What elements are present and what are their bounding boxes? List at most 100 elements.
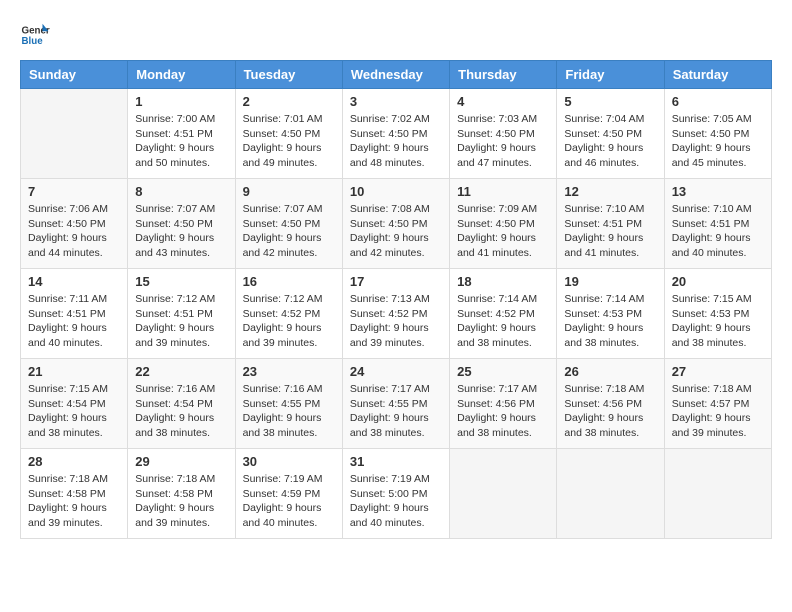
calendar-week-row: 1 Sunrise: 7:00 AMSunset: 4:51 PMDaylight… [21,89,772,179]
day-info: Sunrise: 7:07 AMSunset: 4:50 PMDaylight:… [135,202,227,261]
calendar-week-row: 14 Sunrise: 7:11 AMSunset: 4:51 PMDayligh… [21,269,772,359]
logo-icon: General Blue [20,20,50,50]
day-number: 26 [564,364,656,379]
day-number: 31 [350,454,442,469]
day-info: Sunrise: 7:15 AMSunset: 4:53 PMDaylight:… [672,292,764,351]
day-number: 8 [135,184,227,199]
calendar-cell: 27 Sunrise: 7:18 AMSunset: 4:57 PMDayligh… [664,359,771,449]
day-number: 11 [457,184,549,199]
day-info: Sunrise: 7:17 AMSunset: 4:56 PMDaylight:… [457,382,549,441]
day-info: Sunrise: 7:05 AMSunset: 4:50 PMDaylight:… [672,112,764,171]
day-number: 3 [350,94,442,109]
day-info: Sunrise: 7:04 AMSunset: 4:50 PMDaylight:… [564,112,656,171]
day-info: Sunrise: 7:00 AMSunset: 4:51 PMDaylight:… [135,112,227,171]
calendar-cell: 22Sunrise: 7:16 AMSunset: 4:54 PMDayligh… [128,359,235,449]
day-info: Sunrise: 7:18 AMSunset: 4:58 PMDaylight:… [28,472,120,531]
page-header: General Blue [20,20,772,50]
calendar-cell: 20 Sunrise: 7:15 AMSunset: 4:53 PMDayligh… [664,269,771,359]
day-number: 30 [243,454,335,469]
day-info: Sunrise: 7:18 AMSunset: 4:57 PMDaylight:… [672,382,764,441]
calendar-cell: 23Sunrise: 7:16 AMSunset: 4:55 PMDayligh… [235,359,342,449]
calendar-cell: 10 Sunrise: 7:08 AMSunset: 4:50 PMDayligh… [342,179,449,269]
calendar-cell: 14 Sunrise: 7:11 AMSunset: 4:51 PMDayligh… [21,269,128,359]
logo: General Blue [20,20,50,50]
day-info: Sunrise: 7:09 AMSunset: 4:50 PMDaylight:… [457,202,549,261]
day-info: Sunrise: 7:19 AMSunset: 4:59 PMDaylight:… [243,472,335,531]
calendar-cell [21,89,128,179]
calendar-cell: 1 Sunrise: 7:00 AMSunset: 4:51 PMDaylight… [128,89,235,179]
day-info: Sunrise: 7:10 AMSunset: 4:51 PMDaylight:… [672,202,764,261]
calendar-cell: 16Sunrise: 7:12 AMSunset: 4:52 PMDayligh… [235,269,342,359]
calendar-cell: 21Sunrise: 7:15 AMSunset: 4:54 PMDayligh… [21,359,128,449]
day-number: 10 [350,184,442,199]
calendar-cell: 11 Sunrise: 7:09 AMSunset: 4:50 PMDayligh… [450,179,557,269]
calendar-cell: 25 Sunrise: 7:17 AMSunset: 4:56 PMDayligh… [450,359,557,449]
day-info: Sunrise: 7:10 AMSunset: 4:51 PMDaylight:… [564,202,656,261]
calendar-header-row: SundayMondayTuesdayWednesdayThursdayFrid… [21,61,772,89]
day-info: Sunrise: 7:15 AMSunset: 4:54 PMDaylight:… [28,382,120,441]
calendar-day-header: Monday [128,61,235,89]
calendar-cell [664,449,771,539]
calendar-cell: 8 Sunrise: 7:07 AMSunset: 4:50 PMDaylight… [128,179,235,269]
calendar-cell: 26 Sunrise: 7:18 AMSunset: 4:56 PMDayligh… [557,359,664,449]
day-info: Sunrise: 7:07 AMSunset: 4:50 PMDaylight:… [243,202,335,261]
day-number: 29 [135,454,227,469]
day-info: Sunrise: 7:12 AMSunset: 4:51 PMDaylight:… [135,292,227,351]
day-info: Sunrise: 7:19 AMSunset: 5:00 PMDaylight:… [350,472,442,531]
day-number: 18 [457,274,549,289]
day-number: 16 [243,274,335,289]
calendar-cell: 2 Sunrise: 7:01 AMSunset: 4:50 PMDaylight… [235,89,342,179]
day-number: 7 [28,184,120,199]
calendar-cell: 24Sunrise: 7:17 AMSunset: 4:55 PMDayligh… [342,359,449,449]
calendar-cell: 6 Sunrise: 7:05 AMSunset: 4:50 PMDaylight… [664,89,771,179]
calendar-cell: 7 Sunrise: 7:06 AMSunset: 4:50 PMDaylight… [21,179,128,269]
day-number: 12 [564,184,656,199]
day-number: 5 [564,94,656,109]
calendar-day-header: Thursday [450,61,557,89]
day-number: 20 [672,274,764,289]
day-info: Sunrise: 7:01 AMSunset: 4:50 PMDaylight:… [243,112,335,171]
day-number: 1 [135,94,227,109]
calendar-table: SundayMondayTuesdayWednesdayThursdayFrid… [20,60,772,539]
calendar-week-row: 21Sunrise: 7:15 AMSunset: 4:54 PMDayligh… [21,359,772,449]
calendar-day-header: Saturday [664,61,771,89]
day-number: 15 [135,274,227,289]
day-info: Sunrise: 7:08 AMSunset: 4:50 PMDaylight:… [350,202,442,261]
calendar-cell: 30 Sunrise: 7:19 AMSunset: 4:59 PMDayligh… [235,449,342,539]
day-number: 2 [243,94,335,109]
calendar-cell: 9 Sunrise: 7:07 AMSunset: 4:50 PMDaylight… [235,179,342,269]
day-info: Sunrise: 7:16 AMSunset: 4:54 PMDaylight:… [135,382,227,441]
day-info: Sunrise: 7:03 AMSunset: 4:50 PMDaylight:… [457,112,549,171]
calendar-cell [450,449,557,539]
calendar-week-row: 28Sunrise: 7:18 AMSunset: 4:58 PMDayligh… [21,449,772,539]
day-number: 25 [457,364,549,379]
svg-text:Blue: Blue [22,36,44,47]
calendar-cell [557,449,664,539]
calendar-cell: 3 Sunrise: 7:02 AMSunset: 4:50 PMDaylight… [342,89,449,179]
calendar-day-header: Sunday [21,61,128,89]
calendar-day-header: Wednesday [342,61,449,89]
calendar-cell: 31 Sunrise: 7:19 AMSunset: 5:00 PMDayligh… [342,449,449,539]
day-info: Sunrise: 7:06 AMSunset: 4:50 PMDaylight:… [28,202,120,261]
day-number: 13 [672,184,764,199]
calendar-cell: 28Sunrise: 7:18 AMSunset: 4:58 PMDayligh… [21,449,128,539]
calendar-cell: 19Sunrise: 7:14 AMSunset: 4:53 PMDayligh… [557,269,664,359]
calendar-cell: 5 Sunrise: 7:04 AMSunset: 4:50 PMDaylight… [557,89,664,179]
calendar-cell: 12 Sunrise: 7:10 AMSunset: 4:51 PMDayligh… [557,179,664,269]
day-number: 6 [672,94,764,109]
day-number: 27 [672,364,764,379]
day-info: Sunrise: 7:16 AMSunset: 4:55 PMDaylight:… [243,382,335,441]
day-info: Sunrise: 7:18 AMSunset: 4:56 PMDaylight:… [564,382,656,441]
day-number: 24 [350,364,442,379]
calendar-cell: 18Sunrise: 7:14 AMSunset: 4:52 PMDayligh… [450,269,557,359]
calendar-cell: 4Sunrise: 7:03 AMSunset: 4:50 PMDaylight… [450,89,557,179]
calendar-day-header: Tuesday [235,61,342,89]
day-number: 9 [243,184,335,199]
day-info: Sunrise: 7:11 AMSunset: 4:51 PMDaylight:… [28,292,120,351]
day-info: Sunrise: 7:18 AMSunset: 4:58 PMDaylight:… [135,472,227,531]
calendar-cell: 17Sunrise: 7:13 AMSunset: 4:52 PMDayligh… [342,269,449,359]
calendar-cell: 13 Sunrise: 7:10 AMSunset: 4:51 PMDayligh… [664,179,771,269]
calendar-day-header: Friday [557,61,664,89]
day-info: Sunrise: 7:02 AMSunset: 4:50 PMDaylight:… [350,112,442,171]
day-number: 14 [28,274,120,289]
